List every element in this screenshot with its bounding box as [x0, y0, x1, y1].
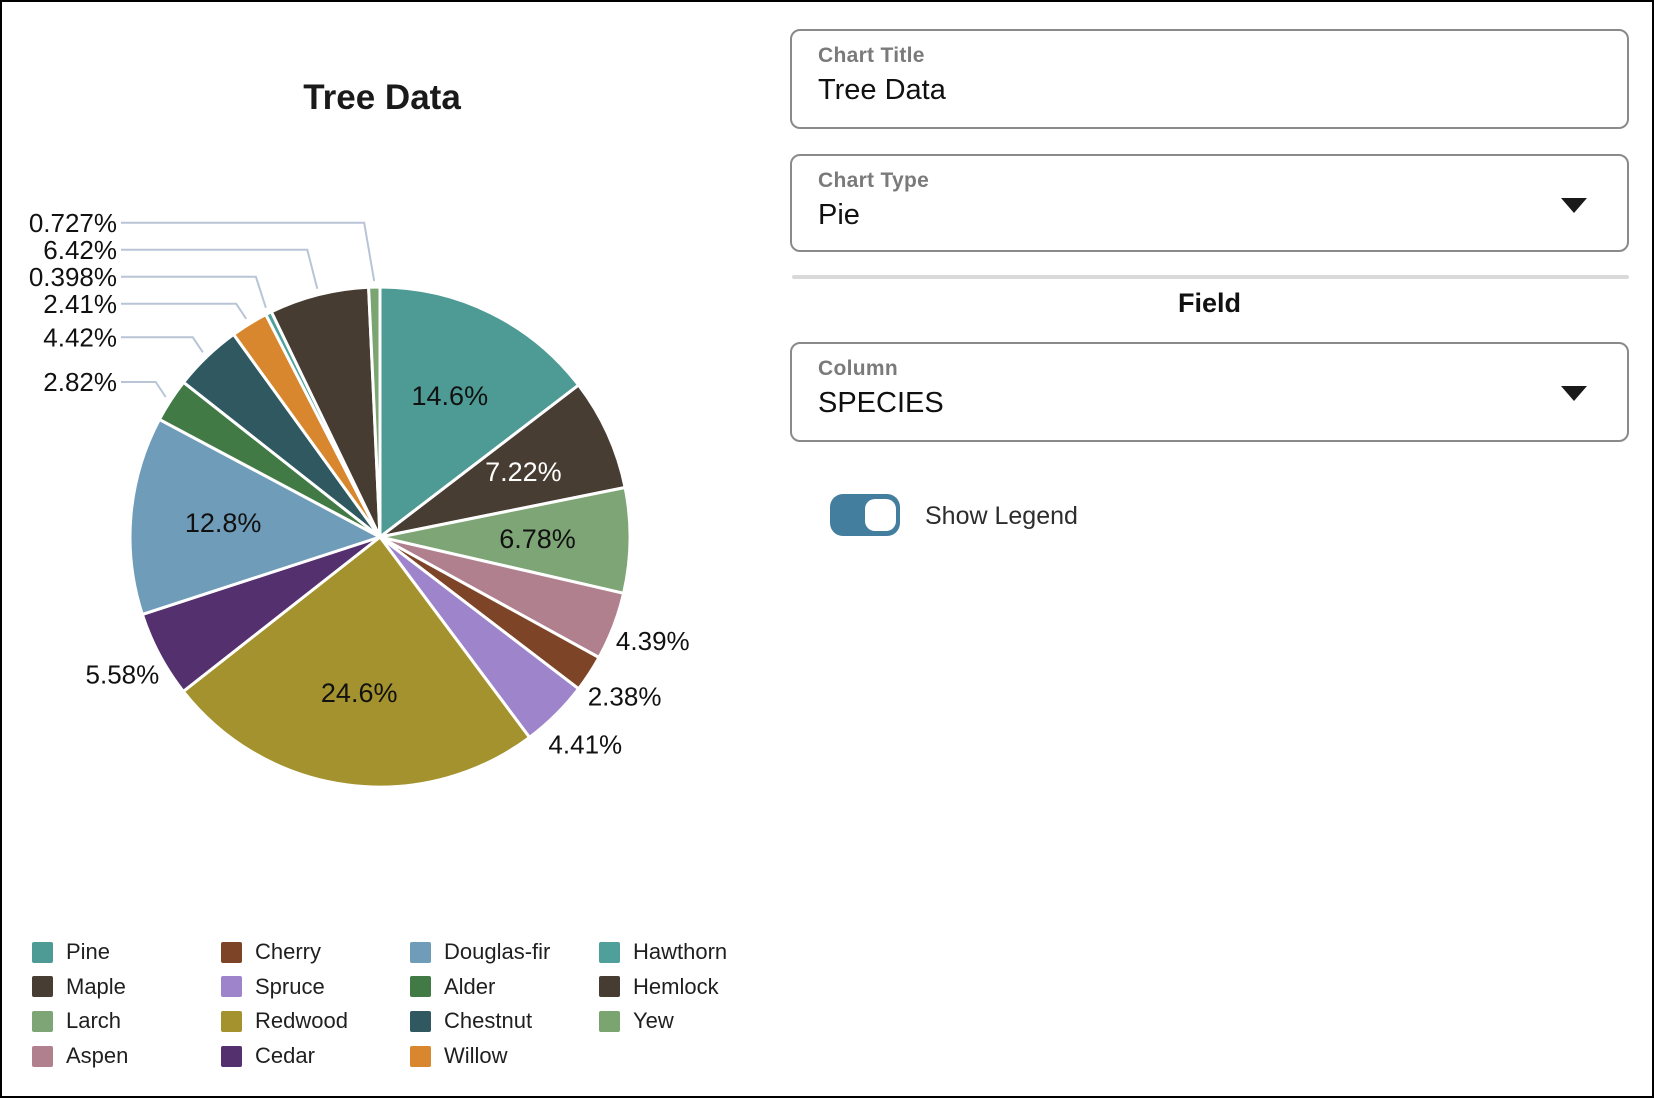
column-field-label: Column [818, 357, 1601, 381]
show-legend-toggle[interactable] [830, 494, 900, 536]
pie-percent-label: 4.42% [43, 322, 117, 352]
settings-panel: Chart Title Tree Data Chart Type Pie Fie… [790, 2, 1629, 1098]
legend-item-hawthorn: Hawthorn [599, 939, 788, 965]
legend-item-larch: Larch [32, 1008, 221, 1034]
legend-swatch [221, 976, 242, 997]
field-section-heading: Field [790, 288, 1629, 319]
legend-label: Pine [66, 939, 110, 965]
leader-line [121, 382, 166, 397]
pie-percent-label: 12.8% [185, 508, 262, 538]
section-divider [792, 275, 1629, 279]
chart-title-field-value: Tree Data [818, 74, 1601, 107]
legend-label: Hawthorn [633, 939, 727, 965]
chart-type-field-value: Pie [818, 199, 1601, 232]
legend-item-hemlock: Hemlock [599, 974, 788, 1000]
pie-percent-label: 4.41% [548, 730, 622, 760]
legend-swatch [599, 1011, 620, 1032]
chevron-down-icon[interactable] [1561, 386, 1587, 401]
legend-label: Larch [66, 1008, 121, 1034]
legend-label: Spruce [255, 974, 325, 1000]
pie-percent-label: 4.39% [616, 626, 690, 656]
pie-percent-label: 2.41% [43, 289, 117, 319]
leader-line [121, 304, 246, 319]
legend-label: Maple [66, 974, 126, 1000]
legend-swatch [32, 1011, 53, 1032]
leader-line [121, 223, 374, 281]
chevron-down-icon[interactable] [1561, 198, 1587, 213]
pie-percent-label: 0.727% [29, 208, 117, 238]
legend-label: Hemlock [633, 974, 719, 1000]
legend-item-willow: Willow [410, 1043, 599, 1069]
chart-legend: Pine Maple Larch Aspen Cherry Spruce Redwood Ce… [32, 935, 788, 1073]
legend-item-cedar: Cedar [221, 1043, 410, 1069]
chart-type-field-label: Chart Type [818, 169, 1601, 193]
legend-swatch [32, 942, 53, 963]
pie-percent-label: 7.22% [485, 457, 562, 487]
legend-swatch [32, 976, 53, 997]
chart-builder-window: Tree Data 14.6% 7.22% 6.78% 4.39% 2.38% 4.41%… [0, 0, 1654, 1098]
legend-label: Cherry [255, 939, 321, 965]
legend-swatch [221, 1011, 242, 1032]
pie-percent-label: 6.42% [43, 235, 117, 265]
legend-item-redwood: Redwood [221, 1008, 410, 1034]
legend-item-alder: Alder [410, 974, 599, 1000]
pie-percent-label: 0.398% [29, 262, 117, 292]
legend-swatch [410, 942, 431, 963]
column-dropdown[interactable]: Column SPECIES [790, 342, 1629, 442]
column-field-value: SPECIES [818, 387, 1601, 420]
pie-percent-label: 14.6% [412, 381, 489, 411]
legend-item-maple: Maple [32, 974, 221, 1000]
leader-line [121, 337, 203, 352]
legend-label: Alder [444, 974, 495, 1000]
legend-swatch [599, 976, 620, 997]
chart-type-dropdown[interactable]: Chart Type Pie [790, 154, 1629, 252]
legend-label: Yew [633, 1008, 674, 1034]
leader-line [121, 250, 317, 289]
pie-percent-label: 5.58% [86, 659, 160, 689]
legend-item-aspen: Aspen [32, 1043, 221, 1069]
toggle-knob [865, 499, 896, 531]
legend-item-pine: Pine [32, 939, 221, 965]
pie-percent-label: 6.78% [499, 524, 576, 554]
legend-item-spruce: Spruce [221, 974, 410, 1000]
legend-label: Redwood [255, 1008, 348, 1034]
legend-swatch [410, 1011, 431, 1032]
legend-label: Chestnut [444, 1008, 532, 1034]
show-legend-label: Show Legend [925, 502, 1078, 531]
legend-item-douglas-fir: Douglas-fir [410, 939, 599, 965]
pie-percent-label: 2.82% [43, 367, 117, 397]
pie-percent-label: 2.38% [588, 682, 662, 712]
legend-swatch [599, 942, 620, 963]
legend-label: Aspen [66, 1043, 128, 1069]
legend-swatch [410, 1046, 431, 1067]
pie-chart: 14.6% 7.22% 6.78% 4.39% 2.38% 4.41% 24.6% 5.58%… [2, 2, 772, 902]
pie-percent-label: 24.6% [321, 678, 398, 708]
chart-area: Tree Data 14.6%7.22%6.78%4.39%2.38%4.41%… [2, 2, 772, 1098]
legend-swatch [221, 1046, 242, 1067]
legend-label: Douglas-fir [444, 939, 550, 965]
chart-title-field[interactable]: Chart Title Tree Data [790, 29, 1629, 129]
legend-label: Willow [444, 1043, 508, 1069]
legend-swatch [410, 976, 431, 997]
legend-item-yew: Yew [599, 1008, 788, 1034]
chart-title-field-label: Chart Title [818, 44, 1601, 68]
legend-swatch [32, 1046, 53, 1067]
legend-swatch [221, 942, 242, 963]
legend-item-chestnut: Chestnut [410, 1008, 599, 1034]
legend-label: Cedar [255, 1043, 315, 1069]
legend-item-cherry: Cherry [221, 939, 410, 965]
